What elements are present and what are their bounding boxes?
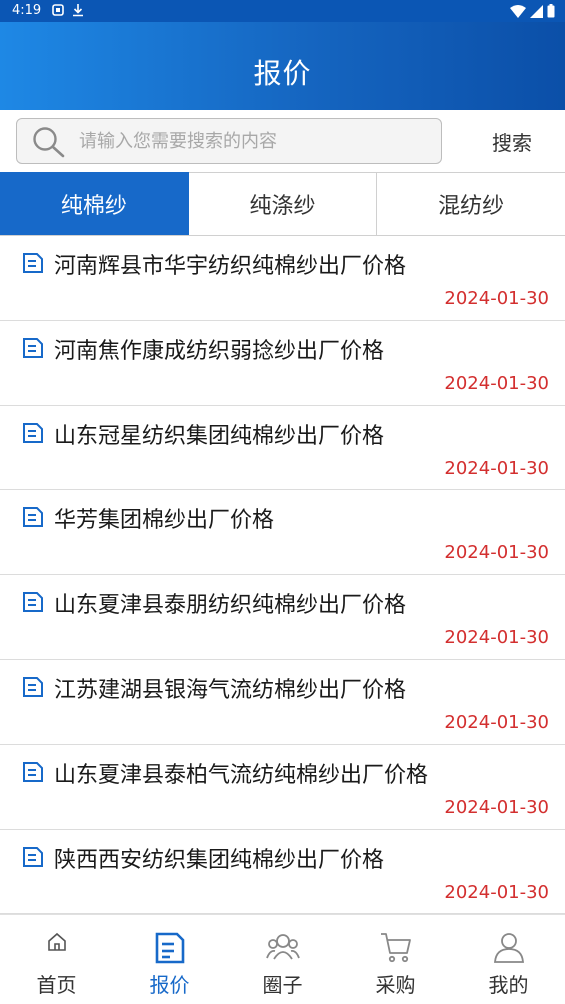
nav-quote[interactable]: 报价 bbox=[113, 915, 226, 1004]
cart-icon bbox=[380, 933, 411, 963]
nav-community-label: 圈子 bbox=[262, 973, 303, 997]
document-icon bbox=[23, 761, 43, 782]
document-icon bbox=[23, 337, 43, 358]
document-icon bbox=[23, 507, 43, 528]
list-item[interactable]: 山东冠星纺织集团纯棉纱出厂价格 2024-01-30 bbox=[0, 405, 565, 491]
app-header: 报价 bbox=[0, 22, 565, 110]
price-list: 河南辉县市华宇纺织纯棉纱出厂价格 2024-01-30 河南焦作康成纺织弱捻纱出… bbox=[0, 236, 565, 915]
profile-icon bbox=[493, 933, 524, 963]
status-bar: 4:19 bbox=[0, 0, 565, 22]
nav-home[interactable]: 首页 bbox=[0, 915, 113, 1004]
list-item-title: 河南焦作康成纺织弱捻纱出厂价格 bbox=[54, 338, 385, 364]
tab-pure-polyester-yarn[interactable]: 纯涤纱 bbox=[188, 172, 378, 235]
search-area: 搜索 bbox=[0, 110, 565, 172]
category-tabs: 纯棉纱 纯涤纱 混纺纱 bbox=[0, 172, 565, 236]
search-icon bbox=[33, 127, 65, 158]
list-item-date: 2024-01-30 bbox=[444, 627, 549, 649]
community-icon bbox=[265, 934, 300, 960]
document-icon bbox=[23, 846, 43, 867]
list-item-date: 2024-01-30 bbox=[444, 881, 549, 903]
wifi-icon bbox=[510, 4, 526, 18]
list-item-title: 陕西西安纺织集团纯棉纱出厂价格 bbox=[54, 847, 385, 873]
list-item[interactable]: 山东夏津县泰柏气流纺纯棉纱出厂价格 2024-01-30 bbox=[0, 744, 565, 830]
list-item-date: 2024-01-30 bbox=[444, 711, 549, 733]
list-item-date: 2024-01-30 bbox=[444, 457, 549, 479]
list-item-title: 河南辉县市华宇纺织纯棉纱出厂价格 bbox=[54, 254, 407, 279]
list-item-title: 山东冠星纺织集团纯棉纱出厂价格 bbox=[54, 423, 385, 449]
download-icon bbox=[73, 4, 83, 17]
document-icon bbox=[23, 676, 43, 697]
signal-icon bbox=[530, 4, 543, 18]
tab-blended-yarn[interactable]: 混纺纱 bbox=[377, 172, 565, 235]
list-item-date: 2024-01-30 bbox=[444, 288, 549, 309]
list-item[interactable]: 江苏建湖县银海气流纺棉纱出厂价格 2024-01-30 bbox=[0, 659, 565, 745]
list-item-date: 2024-01-30 bbox=[444, 796, 549, 818]
nav-home-label: 首页 bbox=[36, 973, 77, 997]
document-icon bbox=[23, 422, 43, 443]
tab-pure-cotton-yarn[interactable]: 纯棉纱 bbox=[0, 172, 189, 235]
list-item[interactable]: 河南辉县市华宇纺织纯棉纱出厂价格 2024-01-30 bbox=[0, 236, 565, 321]
nav-profile-label: 我的 bbox=[488, 973, 529, 997]
list-item-title: 山东夏津县泰朋纺织纯棉纱出厂价格 bbox=[54, 593, 407, 619]
document-icon bbox=[23, 592, 43, 613]
document-icon bbox=[23, 253, 43, 273]
list-item[interactable]: 陕西西安纺织集团纯棉纱出厂价格 2024-01-30 bbox=[0, 829, 565, 915]
list-item[interactable]: 河南焦作康成纺织弱捻纱出厂价格 2024-01-30 bbox=[0, 320, 565, 406]
search-button[interactable]: 搜索 bbox=[470, 126, 554, 156]
nav-quote-label: 报价 bbox=[149, 973, 190, 997]
list-item-title: 江苏建湖县银海气流纺棉纱出厂价格 bbox=[54, 677, 407, 703]
nav-profile[interactable]: 我的 bbox=[452, 915, 565, 1004]
list-item[interactable]: 华芳集团棉纱出厂价格 2024-01-30 bbox=[0, 490, 565, 576]
bottom-nav: 首页 报价 圈子 采购 我的 bbox=[0, 914, 565, 1004]
nav-purchase-label: 采购 bbox=[375, 973, 416, 997]
notification-icon bbox=[52, 4, 64, 16]
status-time: 4:19 bbox=[12, 3, 42, 18]
nav-community[interactable]: 圈子 bbox=[226, 915, 339, 1004]
search-box[interactable] bbox=[16, 118, 442, 164]
battery-icon bbox=[547, 4, 555, 18]
list-item-date: 2024-01-30 bbox=[444, 542, 549, 564]
search-input[interactable] bbox=[79, 119, 429, 163]
list-item-title: 华芳集团棉纱出厂价格 bbox=[54, 508, 275, 534]
quote-icon bbox=[155, 932, 184, 964]
nav-purchase[interactable]: 采购 bbox=[339, 915, 452, 1004]
home-icon bbox=[47, 932, 66, 951]
list-item-title: 山东夏津县泰柏气流纺纯棉纱出厂价格 bbox=[54, 762, 429, 788]
list-item[interactable]: 山东夏津县泰朋纺织纯棉纱出厂价格 2024-01-30 bbox=[0, 575, 565, 660]
list-item-date: 2024-01-30 bbox=[444, 372, 549, 394]
page-title: 报价 bbox=[253, 57, 312, 90]
